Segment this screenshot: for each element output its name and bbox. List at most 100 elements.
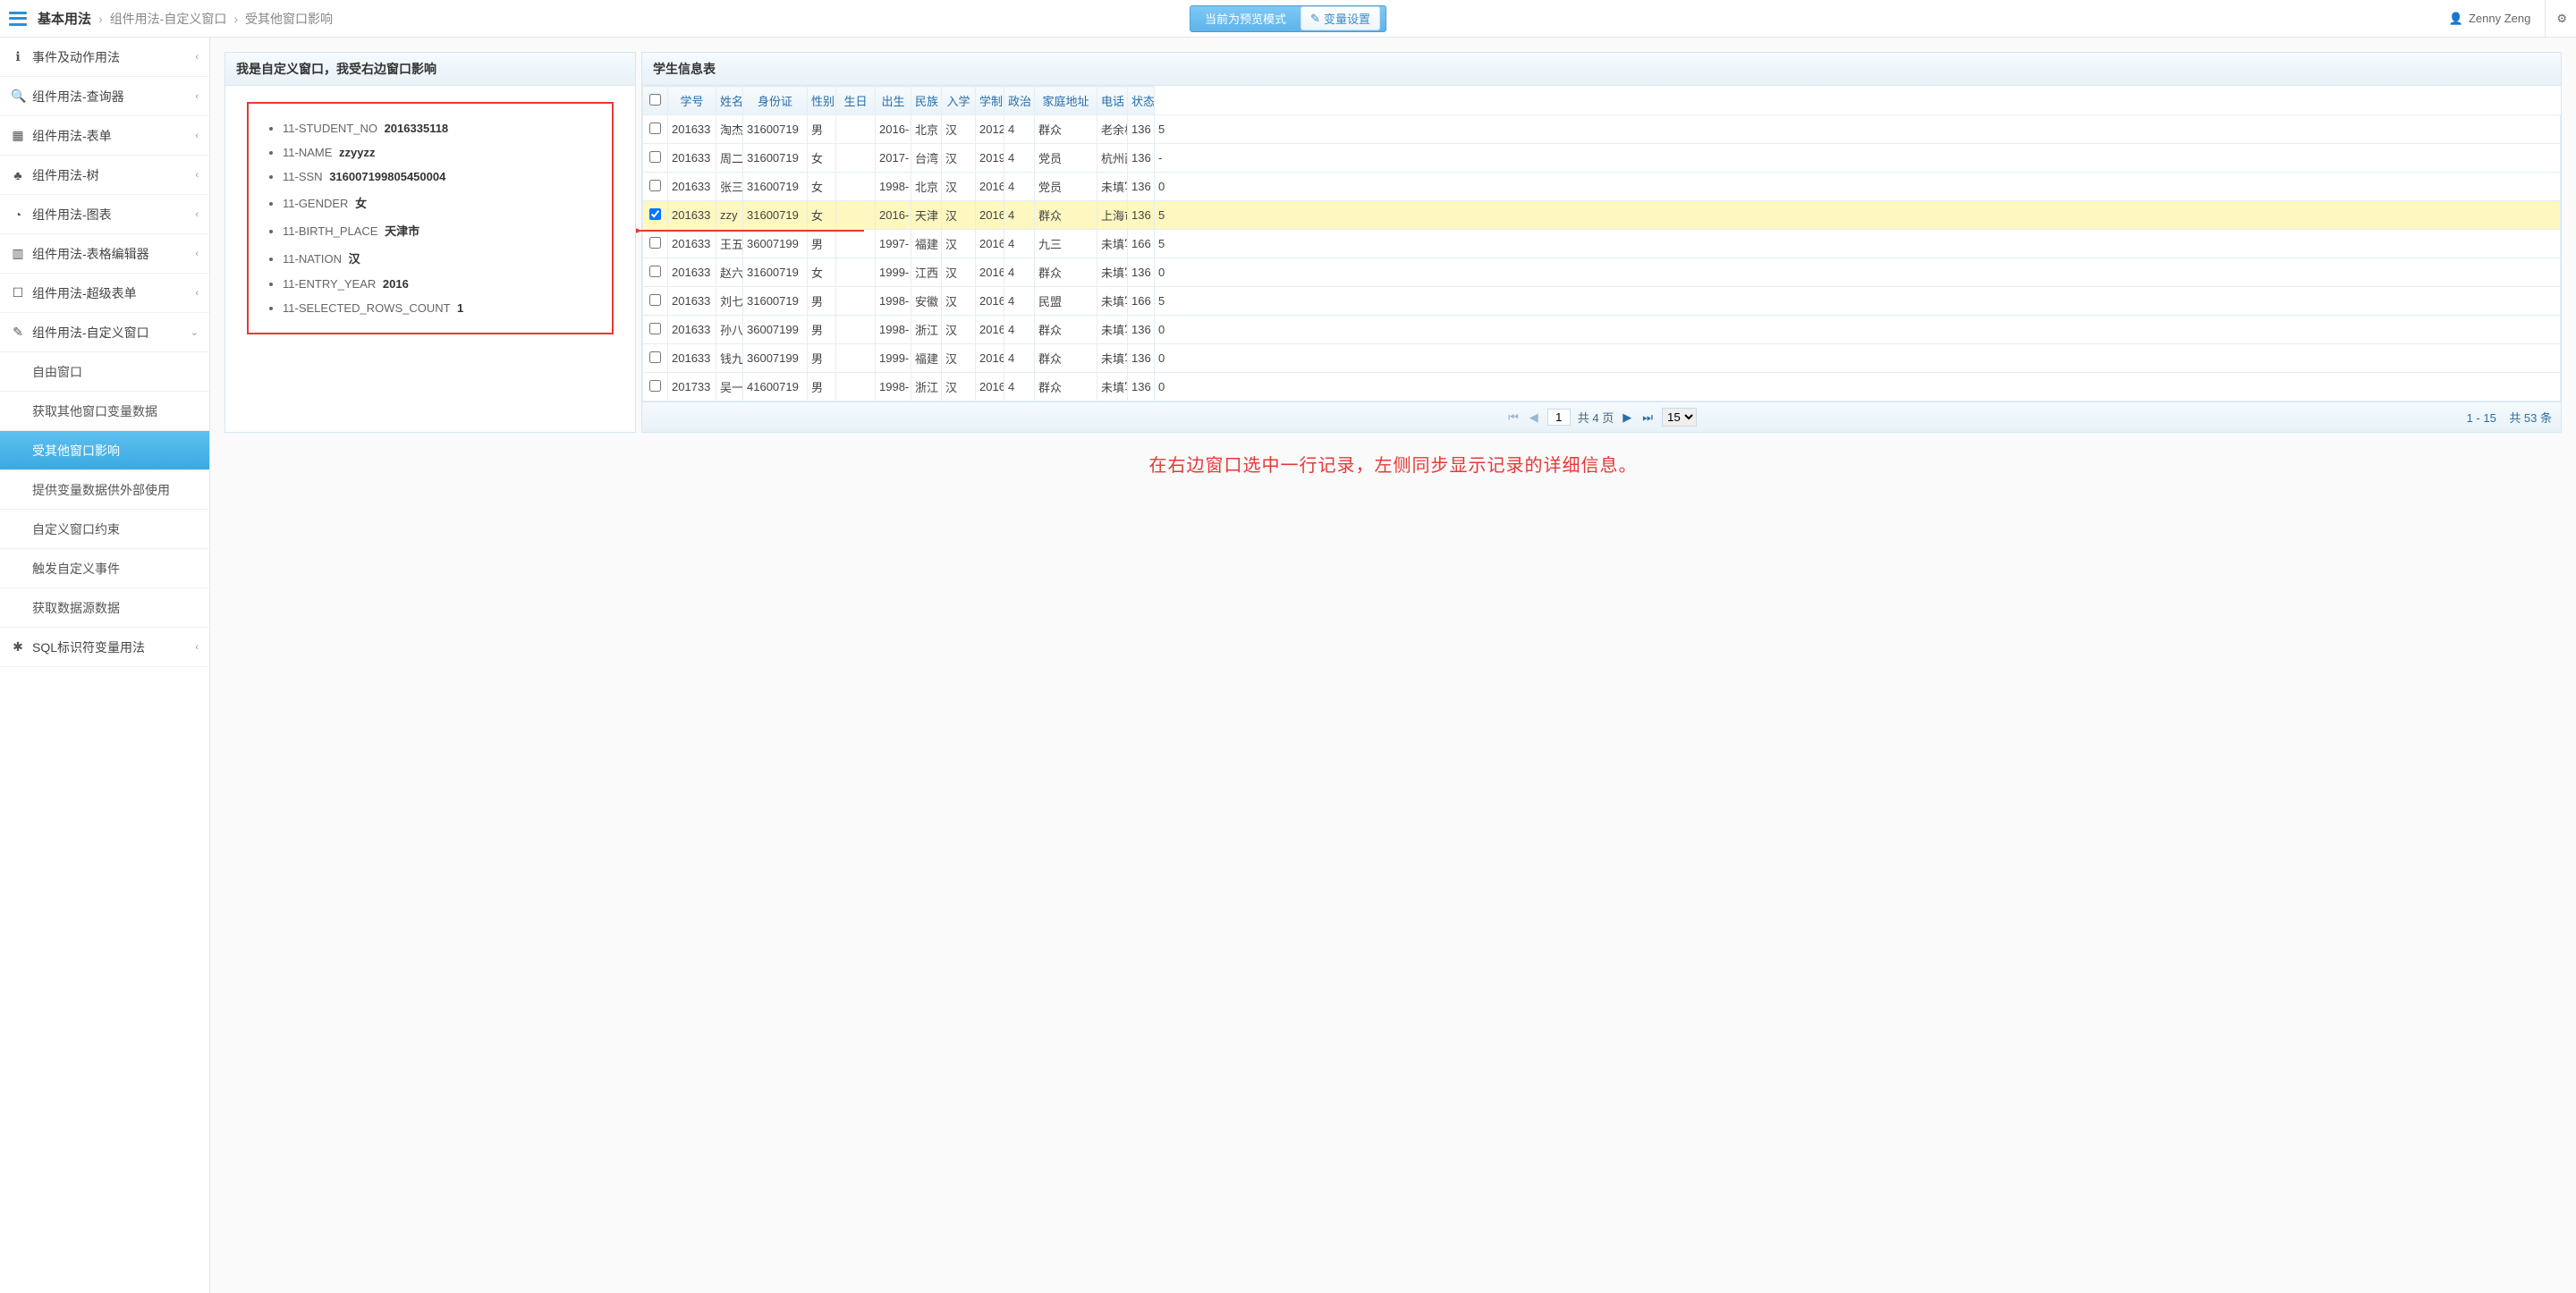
page-size-select[interactable]: 15: [1662, 408, 1697, 427]
column-header[interactable]: 姓名: [716, 87, 743, 115]
table-cell: 天津: [911, 201, 942, 230]
sidebar-item[interactable]: ✎组件用法-自定义窗口⌄: [0, 313, 209, 352]
table-cell: 党员: [1035, 144, 1097, 173]
table-row[interactable]: 201633钱九36007199男1999-福建汉20164群众未填写1360: [643, 344, 2561, 373]
column-header[interactable]: 学号: [668, 87, 716, 115]
detail-key: 11-ENTRY_YEAR: [283, 277, 376, 291]
sidebar-item[interactable]: ℹ事件及动作用法‹: [0, 38, 209, 77]
table-cell: 老余杭凉都: [1097, 115, 1128, 144]
row-checkbox[interactable]: [649, 351, 661, 363]
sidebar-item-icon: ℹ: [11, 49, 25, 64]
sidebar-subitem[interactable]: 提供变量数据供外部使用: [0, 470, 209, 510]
sidebar-item[interactable]: ♣组件用法-树‹: [0, 156, 209, 195]
table-row[interactable]: 201633王五36007199男1997-福建汉20164九三未填写1665: [643, 230, 2561, 258]
page-first-button[interactable]: ⏮: [1506, 410, 1521, 425]
table-row[interactable]: 201633张三31600719女1998-北京汉20164党员未填写1360: [643, 173, 2561, 201]
table-cell: 未填写: [1097, 287, 1128, 316]
sidebar-item[interactable]: ✱SQL标识符变量用法‹: [0, 628, 209, 667]
column-header[interactable]: 家庭地址: [1035, 87, 1097, 115]
column-header[interactable]: 电话: [1097, 87, 1128, 115]
table-row[interactable]: 201633周二31600719女2017-台湾汉20194党员杭州西湖136-: [643, 144, 2561, 173]
table-cell: 汉: [942, 173, 976, 201]
column-header[interactable]: 状态: [1128, 87, 1155, 115]
row-checkbox[interactable]: [649, 294, 661, 306]
sidebar-item[interactable]: ▥组件用法-表格编辑器‹: [0, 234, 209, 274]
sidebar-subitem[interactable]: 获取数据源数据: [0, 588, 209, 628]
detail-list: 11-STUDENT_NO 201633511811-NAME zzyyzz11…: [256, 116, 597, 320]
table-cell: 201633: [668, 230, 716, 258]
table-cell: 杭州西湖: [1097, 144, 1128, 173]
page-last-button[interactable]: ⏭: [1640, 410, 1655, 425]
row-checkbox[interactable]: [649, 208, 661, 220]
row-checkbox[interactable]: [649, 380, 661, 392]
user-icon: 👤: [2449, 12, 2463, 26]
column-header[interactable]: 性别: [808, 87, 836, 115]
table-row[interactable]: 201633淘杰31600719男2016-北京汉20124群众老余杭凉都136…: [643, 115, 2561, 144]
detail-value: 2016335118: [385, 122, 449, 135]
table-cell: 1999-: [876, 258, 911, 287]
row-checkbox-cell: [643, 144, 668, 173]
select-all-checkbox[interactable]: [649, 94, 661, 106]
table-cell: 汉: [942, 258, 976, 287]
table-row[interactable]: 201633孙八36007199男1998-浙江汉20164群众未填写1360: [643, 316, 2561, 344]
breadcrumb-mid[interactable]: 组件用法-自定义窗口: [110, 10, 227, 28]
table-row[interactable]: 201633刘七31600719男1998-安徽汉20164民盟未填写1665: [643, 287, 2561, 316]
table-cell: 淘杰: [716, 115, 743, 144]
sidebar-item[interactable]: ◔组件用法-图表‹: [0, 195, 209, 234]
sidebar-item[interactable]: ▦组件用法-表单‹: [0, 116, 209, 156]
sidebar-item-icon: ▦: [11, 128, 25, 143]
row-checkbox[interactable]: [649, 323, 661, 334]
student-table: 学号姓名身份证性别生日出生民族入学学制政治家庭地址电话状态 201633淘杰31…: [642, 86, 2561, 401]
chevron-icon: ‹: [195, 288, 199, 299]
chevron-icon: ‹: [195, 249, 199, 259]
page-next-button[interactable]: ▶: [1621, 410, 1633, 425]
sidebar-subitem[interactable]: 自定义窗口约束: [0, 510, 209, 549]
row-checkbox[interactable]: [649, 237, 661, 249]
preview-mode-label: 当前为预览模式: [1196, 10, 1295, 27]
table-row[interactable]: 201633赵六31600719女1999-江西汉20164群众未填写1360: [643, 258, 2561, 287]
page-range-label: 1 - 15: [2467, 411, 2496, 425]
row-checkbox[interactable]: [649, 151, 661, 163]
table-row[interactable]: 201633zzy31600719女2016-天津汉20164群众上海市浦东13…: [643, 201, 2561, 230]
user-menu[interactable]: 👤 Zenny Zeng: [2449, 12, 2531, 26]
row-checkbox[interactable]: [649, 123, 661, 134]
settings-button[interactable]: ⚙: [2545, 0, 2567, 38]
sidebar-item-label: 组件用法-查询器: [32, 88, 124, 106]
table-cell: 女: [808, 258, 836, 287]
column-header[interactable]: 民族: [911, 87, 942, 115]
table-cell: 刘七: [716, 287, 743, 316]
row-checkbox-cell: [643, 230, 668, 258]
table-cell: [836, 287, 876, 316]
column-header[interactable]: 政治: [1004, 87, 1035, 115]
breadcrumb-root[interactable]: 基本用法: [38, 9, 91, 28]
row-checkbox[interactable]: [649, 180, 661, 191]
page-prev-button[interactable]: ◀: [1528, 410, 1540, 425]
table-cell: 201633: [668, 144, 716, 173]
sidebar-subitem[interactable]: 受其他窗口影响: [0, 431, 209, 470]
column-header[interactable]: 入学: [942, 87, 976, 115]
column-header[interactable]: 身份证: [743, 87, 808, 115]
table-cell: 4: [1004, 258, 1035, 287]
table-cell: 2016: [976, 173, 1004, 201]
sidebar-item[interactable]: ☐组件用法-超级表单‹: [0, 274, 209, 313]
sidebar-item[interactable]: 🔍组件用法-查询器‹: [0, 77, 209, 116]
sidebar-subitem[interactable]: 获取其他窗口变量数据: [0, 392, 209, 431]
column-header[interactable]: 生日: [836, 87, 876, 115]
table-cell: 1998-: [876, 287, 911, 316]
table-cell: 0: [1155, 316, 2561, 344]
page-number-input[interactable]: [1547, 409, 1571, 426]
hamburger-icon[interactable]: [9, 12, 27, 26]
table-cell: 4: [1004, 287, 1035, 316]
table-cell: 男: [808, 373, 836, 401]
table-cell: 汉: [942, 230, 976, 258]
table-cell: 136: [1128, 115, 1155, 144]
row-checkbox[interactable]: [649, 266, 661, 277]
variable-settings-button[interactable]: ✎ 变量设置: [1301, 6, 1380, 30]
sidebar-subitem[interactable]: 触发自定义事件: [0, 549, 209, 588]
column-header[interactable]: 学制: [976, 87, 1004, 115]
sidebar-subitem[interactable]: 自由窗口: [0, 352, 209, 392]
table-cell: 2016: [976, 344, 1004, 373]
column-header[interactable]: 出生: [876, 87, 911, 115]
detail-key: 11-NATION: [283, 252, 342, 266]
table-row[interactable]: 201733吴一41600719男1998-浙江汉20164群众未填写1360: [643, 373, 2561, 401]
